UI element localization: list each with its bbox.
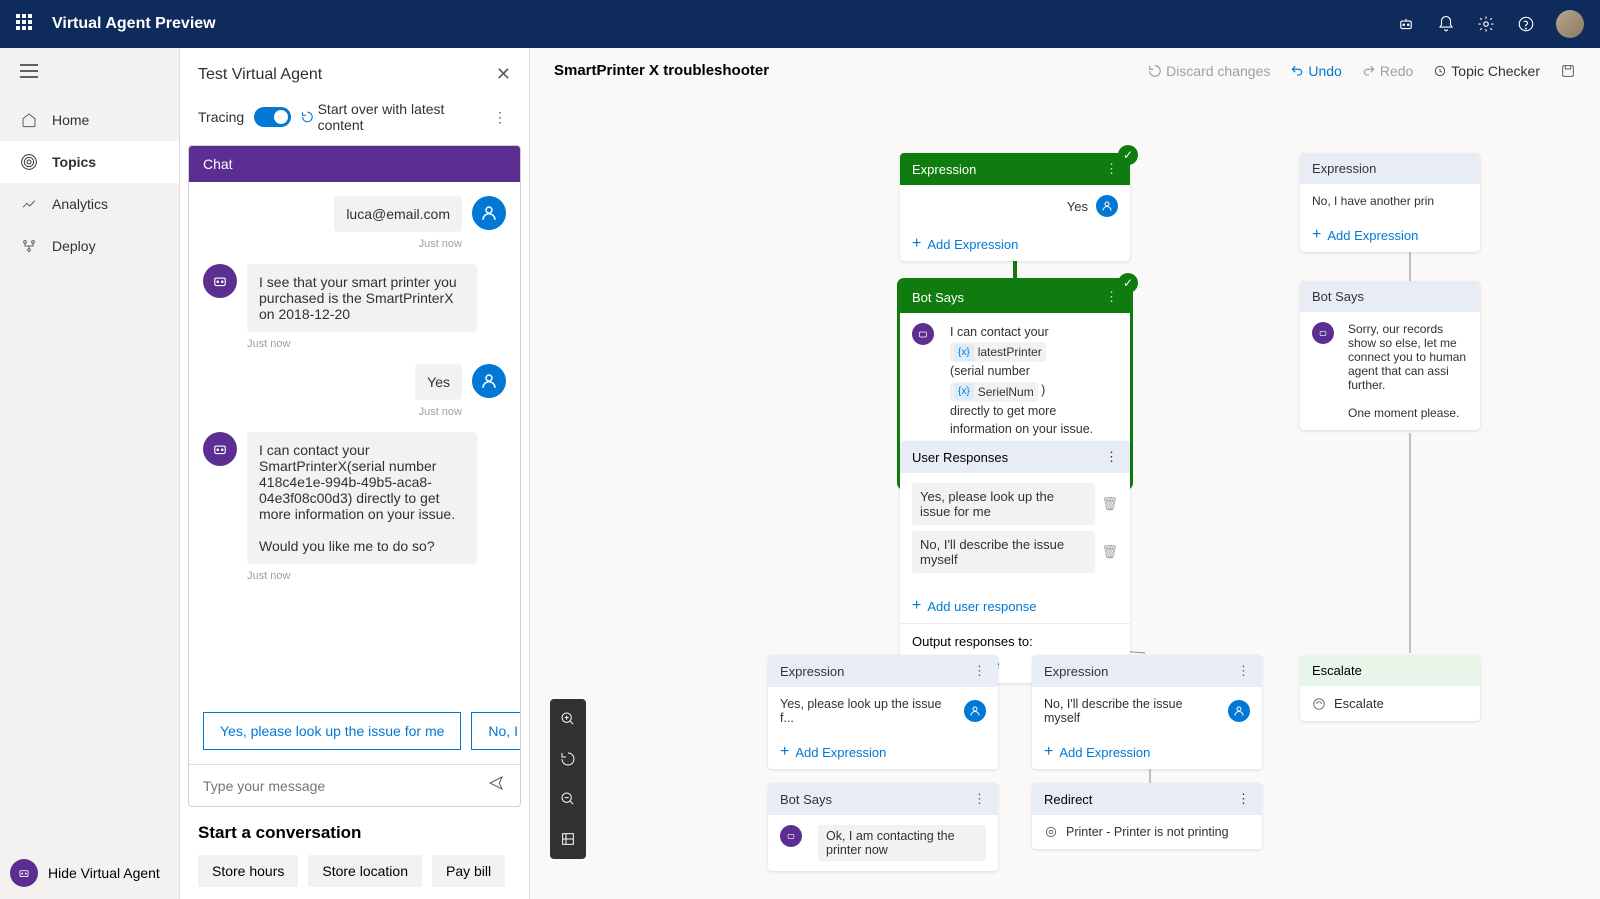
conversation-chip[interactable]: Pay bill	[432, 855, 505, 887]
topic-title: SmartPrinter X troubleshooter	[554, 62, 1128, 79]
home-icon	[20, 111, 38, 129]
discard-changes-button[interactable]: Discard changes	[1148, 63, 1270, 79]
message-time: Just now	[247, 570, 506, 582]
send-icon[interactable]	[486, 775, 506, 796]
tracing-toggle[interactable]	[254, 107, 291, 127]
sidebar-item-topics[interactable]: Topics	[0, 141, 179, 183]
test-panel-title: Test Virtual Agent	[198, 66, 322, 84]
bot-says-node[interactable]: Bot Says Sorry, our records show so else…	[1300, 281, 1480, 430]
help-icon[interactable]	[1516, 14, 1536, 34]
node-menu-icon[interactable]: ⋮	[1105, 161, 1118, 177]
chat-message: I see that your smart printer you purcha…	[247, 264, 477, 332]
node-menu-icon[interactable]: ⋮	[1105, 449, 1118, 465]
user-responses-node[interactable]: User Responses⋮ Yes, please look up the …	[900, 441, 1130, 683]
check-icon: ✓	[1118, 273, 1138, 293]
user-avatar[interactable]	[1556, 10, 1584, 38]
user-icon	[964, 700, 986, 722]
redirect-node[interactable]: Redirect⋮ Printer - Printer is not print…	[1032, 783, 1262, 849]
deploy-icon	[20, 237, 38, 255]
bot-icon	[203, 264, 237, 298]
add-expression-button[interactable]: +Add Expression	[900, 227, 1130, 261]
start-over-button[interactable]: Start over with latest content	[301, 101, 479, 133]
check-icon: ✓	[1118, 145, 1138, 165]
message-time: Just now	[247, 338, 506, 350]
user-icon	[1228, 700, 1250, 722]
zoom-reset-icon[interactable]	[556, 747, 580, 771]
sidebar-item-home[interactable]: Home	[0, 99, 179, 141]
message-time: Just now	[203, 406, 462, 418]
chat-message: luca@email.com	[334, 196, 462, 232]
chat-input[interactable]	[203, 778, 486, 794]
delete-icon[interactable]: 🗑	[1101, 496, 1118, 512]
add-user-response-button[interactable]: +Add user response	[900, 589, 1130, 623]
add-expression-button[interactable]: +Add Expression	[768, 735, 998, 769]
top-bar: Virtual Agent Preview	[0, 0, 1600, 48]
save-ic ic[interactable]	[1560, 63, 1576, 79]
canvas-area: SmartPrinter X troubleshooter Discard ch…	[530, 48, 1600, 899]
start-conversation-title: Start a conversation	[198, 823, 511, 843]
expression-node[interactable]: Expression⋮ No, I'll describe the issue …	[1032, 655, 1262, 769]
conversation-chip[interactable]: Store location	[308, 855, 422, 887]
fit-icon[interactable]	[556, 827, 580, 851]
node-menu-icon[interactable]: ⋮	[973, 663, 986, 679]
delete-icon[interactable]: 🗑	[1101, 544, 1118, 560]
hide-virtual-agent-button[interactable]: Hide Virtual Agent	[10, 859, 160, 887]
expression-node[interactable]: Expression⋮ Yes, please look up the issu…	[768, 655, 998, 769]
message-time: Just now	[203, 238, 462, 250]
redo-button[interactable]: Redo	[1362, 63, 1413, 79]
chat-header: Chat	[189, 146, 520, 182]
zoom-controls	[550, 699, 586, 859]
authoring-canvas[interactable]: ✓ Expression⋮ Yes +Add Expression Expres…	[530, 93, 1600, 899]
sidebar-item-label: Home	[52, 112, 89, 128]
tracing-label: Tracing	[198, 109, 244, 125]
bot-icon	[780, 825, 802, 847]
more-icon[interactable]: ⋮	[489, 109, 511, 126]
sidebar-item-label: Deploy	[52, 238, 96, 254]
node-menu-icon[interactable]: ⋮	[973, 791, 986, 807]
chat-message: Yes	[415, 364, 462, 400]
bot-icon	[203, 432, 237, 466]
zoom-in-icon[interactable]	[556, 707, 580, 731]
expression-node[interactable]: ✓ Expression⋮ Yes +Add Expression	[900, 153, 1130, 261]
expression-node[interactable]: Expression No, I have another prin +Add …	[1300, 153, 1480, 252]
topic-checker-button[interactable]: Topic Checker	[1433, 63, 1540, 79]
bell-icon[interactable]	[1436, 14, 1456, 34]
gear-icon[interactable]	[1476, 14, 1496, 34]
add-expression-button[interactable]: +Add Expression	[1032, 735, 1262, 769]
bot-icon	[10, 859, 38, 887]
bot-says-node[interactable]: Bot Says⋮ Ok, I am contacting the printe…	[768, 783, 998, 871]
app-launcher-icon[interactable]	[16, 14, 36, 34]
user-icon	[472, 364, 506, 398]
analytics-icon	[20, 195, 38, 213]
zoom-out-icon[interactable]	[556, 787, 580, 811]
close-icon[interactable]: ✕	[496, 64, 511, 85]
bot-icon	[1312, 322, 1334, 344]
user-icon	[472, 196, 506, 230]
chat-message: I can contact your SmartPrinterX(serial …	[247, 432, 477, 564]
sidebar-item-analytics[interactable]: Analytics	[0, 183, 179, 225]
chat-card: Chat luca@email.com Just now I see that …	[188, 145, 521, 807]
hamburger-icon[interactable]	[0, 48, 179, 99]
conversation-chip[interactable]: Store hours	[198, 855, 298, 887]
escalate-node[interactable]: Escalate Escalate	[1300, 655, 1480, 721]
bot-icon	[912, 323, 934, 345]
node-menu-icon[interactable]: ⋮	[1105, 289, 1118, 305]
sidebar: Home Topics Analytics Deploy	[0, 48, 180, 899]
test-panel: Test Virtual Agent ✕ Tracing Start over …	[180, 48, 530, 899]
app-title: Virtual Agent Preview	[52, 15, 1396, 33]
quick-reply-button[interactable]: No, I	[471, 712, 520, 750]
sidebar-item-deploy[interactable]: Deploy	[0, 225, 179, 267]
bot-icon[interactable]	[1396, 14, 1416, 34]
add-expression-button[interactable]: +Add Expression	[1300, 218, 1480, 252]
topics-icon	[20, 153, 38, 171]
sidebar-item-label: Analytics	[52, 196, 108, 212]
undo-button[interactable]: Undo	[1290, 63, 1341, 79]
node-menu-icon[interactable]: ⋮	[1237, 791, 1250, 807]
user-icon	[1096, 195, 1118, 217]
node-menu-icon[interactable]: ⋮	[1237, 663, 1250, 679]
sidebar-item-label: Topics	[52, 154, 96, 170]
quick-reply-button[interactable]: Yes, please look up the issue for me	[203, 712, 461, 750]
